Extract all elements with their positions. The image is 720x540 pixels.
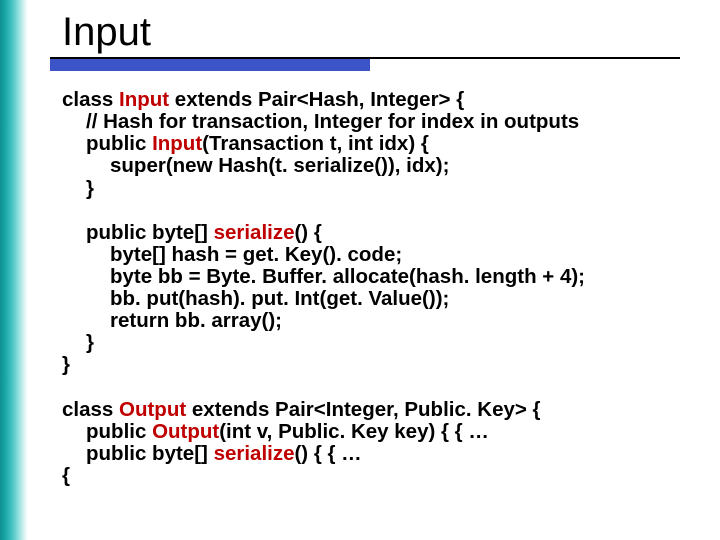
code-line: bb. put(hash). put. Int(get. Value()); — [62, 288, 449, 310]
title-underline — [0, 57, 720, 71]
code-block: class Input extends Pair<Hash, Integer> … — [0, 71, 720, 487]
title-underline-block — [50, 59, 370, 71]
kw-class: class — [62, 398, 119, 421]
code-line: return bb. array(); — [62, 310, 282, 332]
code-line: } — [62, 332, 94, 354]
code-text: (int v, Public. Key key) { { … — [219, 420, 489, 443]
code-line: // Hash for transaction, Integer for ind… — [62, 111, 579, 133]
code-line: public Input(Transaction t, int idx) { — [62, 133, 429, 155]
code-text: (Transaction t, int idx) { — [202, 132, 429, 155]
code-line: { — [62, 464, 70, 487]
slide-title: Input — [0, 0, 720, 57]
method-serialize: serialize — [214, 221, 295, 244]
kw-public: public — [86, 420, 152, 443]
blank-line — [62, 200, 710, 222]
code-line: public Output(int v, Public. Key key) { … — [62, 421, 489, 443]
code-text: () { { … — [294, 442, 361, 465]
kw-public: public — [86, 132, 152, 155]
kw-public: public byte[] — [86, 442, 214, 465]
code-line: public byte[] serialize() { { … — [62, 443, 362, 465]
code-line: byte bb = Byte. Buffer. allocate(hash. l… — [62, 266, 585, 288]
code-text: extends Pair<Hash, Integer> { — [169, 88, 464, 111]
method-serialize: serialize — [214, 442, 295, 465]
classname-input: Input — [119, 88, 169, 111]
code-line: } — [62, 353, 70, 376]
code-text: () { — [294, 221, 321, 244]
ctor-output: Output — [152, 420, 219, 443]
code-line: public byte[] serialize() { — [62, 222, 322, 244]
slide-content: Input class Input extends Pair<Hash, Int… — [0, 0, 720, 487]
code-line: } — [62, 178, 94, 200]
blank-line — [62, 377, 710, 399]
code-line: super(new Hash(t. serialize()), idx); — [62, 155, 449, 177]
code-line: class Output extends Pair<Integer, Publi… — [62, 398, 541, 421]
kw-public: public byte[] — [86, 221, 214, 244]
classname-output: Output — [119, 398, 186, 421]
code-line: class Input extends Pair<Hash, Integer> … — [62, 88, 464, 111]
code-text: extends Pair<Integer, Public. Key> { — [186, 398, 540, 421]
ctor-input: Input — [152, 132, 202, 155]
code-line: byte[] hash = get. Key(). code; — [62, 244, 402, 266]
kw-class: class — [62, 88, 119, 111]
